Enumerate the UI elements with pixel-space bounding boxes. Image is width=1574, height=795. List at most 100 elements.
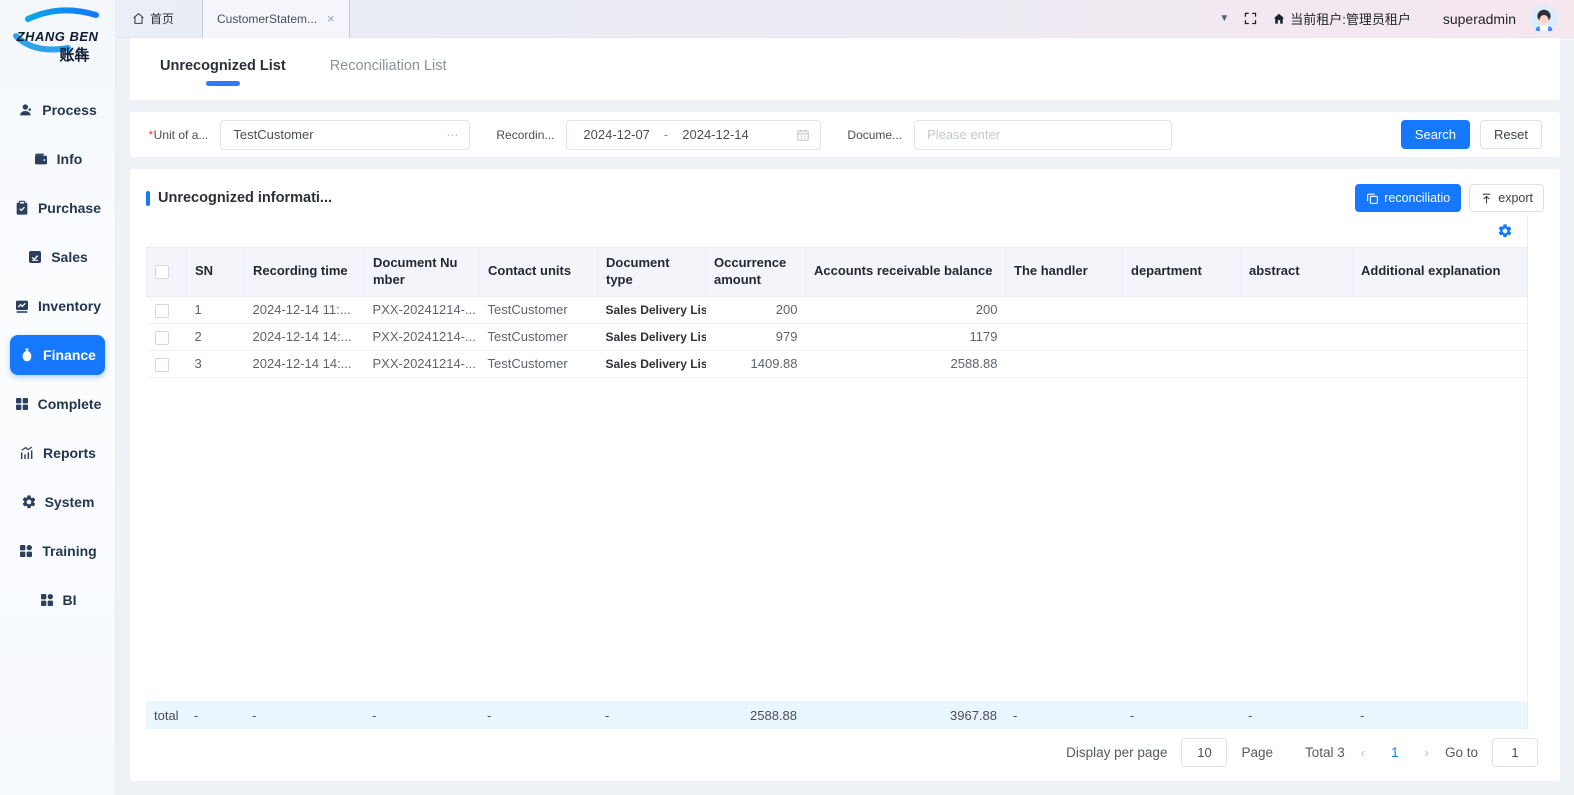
col-occurrence-amount: Occurrence amount (706, 248, 806, 297)
row-checkbox[interactable] (155, 358, 169, 372)
calendar-icon[interactable] (796, 128, 810, 142)
sidebar-item-process[interactable]: Process (10, 90, 105, 130)
cell-handler (1006, 296, 1123, 323)
sidebar-item-label: Finance (43, 347, 96, 363)
row-checkbox[interactable] (155, 304, 169, 318)
export-button[interactable]: export (1469, 184, 1544, 212)
content: Unrecognized List Reconciliation List *U… (116, 38, 1574, 795)
table-row[interactable]: 3 2024-12-14 14:... PXX-20241214-... Tes… (147, 350, 1527, 377)
sidebar-item-complete[interactable]: Complete (10, 384, 105, 424)
breadcrumb-home[interactable]: 首页 (132, 10, 174, 27)
app-root: ZHANG BEN 账犇 Process Info Purchase (0, 0, 1574, 795)
avatar[interactable] (1530, 5, 1558, 33)
date-start-value[interactable]: 2024-12-07 (583, 127, 650, 142)
reset-button[interactable]: Reset (1480, 120, 1542, 149)
sidebar-item-label: Purchase (38, 200, 101, 216)
col-department: department (1123, 248, 1241, 297)
sidebar-item-inventory[interactable]: Inventory (10, 286, 105, 326)
total-document-type: - (597, 701, 705, 729)
cell-accounts-receivable-balance: 2588.88 (806, 350, 1006, 377)
chevron-down-icon[interactable]: ▼ (1219, 13, 1229, 24)
brand-title: ZHANG BEN (17, 29, 99, 44)
tab-unrecognized-list[interactable]: Unrecognized List (158, 52, 288, 86)
sidebar-item-label: Complete (38, 396, 102, 412)
search-button[interactable]: Search (1401, 120, 1470, 149)
tenant-info[interactable]: 当前租户:管理员租户 (1272, 9, 1411, 28)
cell-occurrence-amount: 1409.88 (706, 350, 806, 377)
sidebar-item-info[interactable]: Info (10, 139, 105, 179)
sidebar-item-purchase[interactable]: Purchase (10, 188, 105, 228)
cell-document-number: PXX-20241214-... (365, 323, 480, 350)
cell-occurrence-amount: 200 (706, 296, 806, 323)
col-contact-units: Contact units (480, 248, 598, 297)
page-prev-icon[interactable]: ‹ (1359, 745, 1367, 760)
sidebar-item-label: Reports (43, 445, 96, 461)
fullscreen-icon[interactable] (1243, 11, 1258, 26)
export-up-icon (1480, 192, 1493, 205)
col-additional-explanation: Additional explanation (1353, 248, 1527, 297)
cell-accounts-receivable-balance: 200 (806, 296, 1006, 323)
copy-icon (1366, 192, 1379, 205)
select-all-header (147, 248, 187, 297)
sidebar-item-label: Process (42, 102, 96, 118)
total-occurrence-amount: 2588.88 (705, 701, 805, 729)
table-row[interactable]: 2 2024-12-14 14:... PXX-20241214-... Tes… (147, 323, 1527, 350)
page-number[interactable]: 1 (1381, 745, 1409, 760)
total-accounts-receivable-balance: 3967.88 (805, 701, 1005, 729)
sidebar-item-label: Training (42, 543, 96, 559)
sidebar-item-training[interactable]: Training (10, 531, 105, 571)
filter-bar: *Unit of a... TestCustomer ⋯ Recordin...… (130, 112, 1560, 157)
table-tools (146, 215, 1527, 247)
brand-subtitle: 账犇 (59, 44, 89, 65)
row-checkbox[interactable] (155, 331, 169, 345)
sidebar-item-system[interactable]: System (10, 482, 105, 522)
sidebar-item-finance[interactable]: Finance (10, 335, 105, 375)
column-settings-gear-icon[interactable] (1497, 223, 1513, 239)
close-icon[interactable]: × (327, 11, 335, 26)
table-body: 1 2024-12-14 11:... PXX-20241214-... Tes… (147, 296, 1527, 377)
col-accounts-receivable-balance: Accounts receivable balance (806, 248, 1006, 297)
document-input[interactable] (914, 120, 1172, 150)
cell-department (1123, 296, 1241, 323)
topbar: 首页 CustomerStatem... × ▼ 当前租户:管理员租户 supe… (116, 0, 1574, 38)
table-row[interactable]: 1 2024-12-14 11:... PXX-20241214-... Tes… (147, 296, 1527, 323)
grid-icon (39, 592, 55, 608)
sidebar-item-label: Inventory (38, 298, 101, 314)
cell-additional-explanation (1353, 350, 1527, 377)
col-document-number: Document Number (365, 248, 480, 297)
goto-input[interactable] (1492, 738, 1538, 767)
page-next-icon[interactable]: › (1423, 745, 1431, 760)
tab-reconciliation-list[interactable]: Reconciliation List (328, 52, 449, 86)
sidebar-item-reports[interactable]: Reports (10, 433, 105, 473)
select-all-checkbox[interactable] (155, 265, 169, 279)
col-abstract: abstract (1241, 248, 1353, 297)
more-options-icon[interactable]: ⋯ (446, 128, 459, 142)
per-page-input[interactable] (1181, 738, 1227, 767)
filter-actions: Search Reset (1401, 120, 1542, 149)
tab-customer-statement[interactable]: CustomerStatem... × (202, 0, 350, 38)
cell-document-type: Sales Delivery List (598, 323, 706, 350)
pagination: Display per page Page Total 3 ‹ 1 › Go t… (146, 729, 1544, 775)
cell-department (1123, 323, 1241, 350)
sidebar-item-sales[interactable]: Sales (10, 237, 105, 277)
sidebar-item-label: System (45, 494, 95, 510)
sidebar-nav: Process Info Purchase Sales (0, 90, 115, 620)
process-user-icon (18, 102, 34, 118)
unit-select[interactable]: TestCustomer ⋯ (220, 120, 470, 150)
cell-abstract (1241, 323, 1353, 350)
col-recording-time: Recording time (245, 248, 365, 297)
date-end-value[interactable]: 2024-12-14 (682, 127, 749, 142)
table-empty-space (146, 378, 1527, 701)
date-range-picker[interactable]: 2024-12-07 - 2024-12-14 (566, 120, 821, 150)
reconciliation-button[interactable]: reconciliatio (1355, 184, 1461, 212)
sidebar-item-bi[interactable]: BI (10, 580, 105, 620)
active-tab-indicator (206, 81, 240, 86)
cell-recording-time: 2024-12-14 14:... (245, 350, 365, 377)
cell-sn: 2 (187, 323, 245, 350)
cell-contact-units: TestCustomer (480, 323, 598, 350)
app-logo: ZHANG BEN 账犇 (0, 0, 115, 80)
total-department: - (1122, 701, 1240, 729)
date-range-separator: - (664, 127, 668, 142)
cell-handler (1006, 323, 1123, 350)
username[interactable]: superadmin (1443, 11, 1516, 27)
